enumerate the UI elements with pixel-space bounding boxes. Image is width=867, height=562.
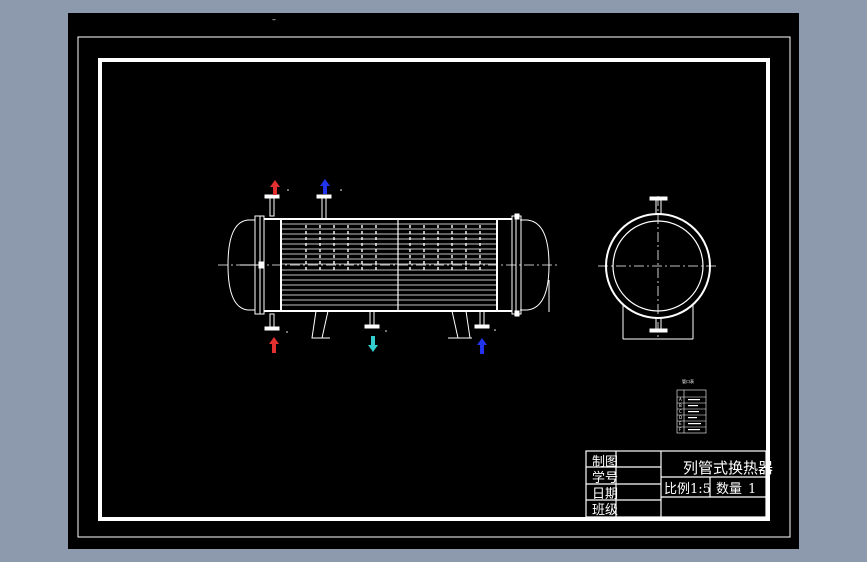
top-mark: – — [272, 15, 276, 24]
label-dot — [287, 189, 289, 191]
nozzle-row-label: A — [679, 397, 682, 402]
title-row-date: 日期 — [592, 487, 618, 502]
nozzle-row-label: D — [679, 415, 682, 420]
scale-value: 1:5 — [690, 482, 711, 497]
nozzle-table-title: 管口表 — [682, 378, 694, 384]
scale-label: 比例 — [664, 482, 690, 497]
label-dot — [494, 329, 496, 331]
title-row-class: 班级 — [592, 503, 618, 518]
nozzle-row-label: B — [679, 403, 682, 408]
quantity-label: 数量 — [716, 482, 742, 497]
drawing-title: 列管式换热器 — [683, 459, 773, 477]
title-row-student-id: 学号 — [592, 470, 618, 486]
title-row-draftsman: 制图 — [592, 455, 618, 470]
cad-drawing-viewport[interactable]: – 管口表 A B C D E F 制图 学号 日期 班级 列管式换热器 比例 … — [0, 0, 867, 562]
nozzle-row-label: C — [679, 409, 682, 414]
quantity-value: 1 — [748, 482, 756, 497]
label-dot — [286, 331, 288, 333]
label-dot — [385, 330, 387, 332]
label-dot — [340, 189, 342, 191]
